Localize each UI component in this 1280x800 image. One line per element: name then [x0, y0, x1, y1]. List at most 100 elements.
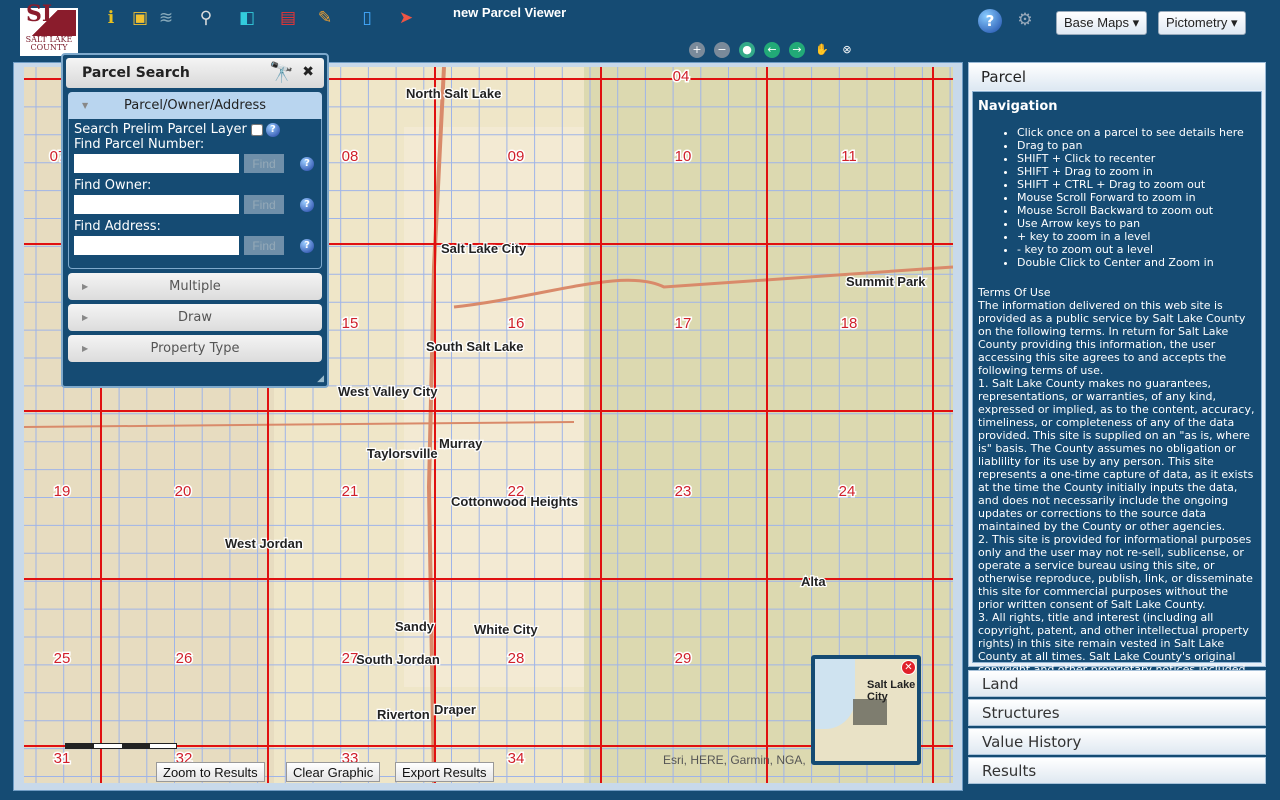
place-label: West Jordan	[225, 536, 303, 551]
layers-icon[interactable]: ≋	[155, 7, 177, 29]
section-land[interactable]: Land	[968, 670, 1266, 697]
binoculars-icon: 🔭	[269, 60, 294, 84]
section-number: 08	[342, 148, 359, 165]
find-parcel-button[interactable]: Find	[244, 154, 284, 173]
section-number: 09	[508, 148, 525, 165]
section-number: 18	[841, 315, 858, 332]
help-icon[interactable]: ?	[300, 156, 314, 171]
parcel-section-header[interactable]: Parcel	[969, 63, 1265, 90]
terms-title: Terms Of Use	[978, 286, 1051, 299]
scale-bar	[65, 743, 177, 749]
parcel-number-input[interactable]	[74, 154, 239, 173]
tab-multiple[interactable]: ▶ Multiple	[68, 273, 322, 300]
navigation-item: Mouse Scroll Forward to zoom in	[1017, 191, 1256, 204]
close-icon[interactable]: ✖	[302, 64, 314, 80]
zoom-to-results-button[interactable]: Zoom to Results	[156, 762, 265, 782]
navigation-item: Click once on a parcel to see details he…	[1017, 126, 1256, 139]
navigation-heading: Navigation	[978, 99, 1058, 114]
deactivate-icon[interactable]: ⊗	[839, 42, 855, 58]
base-maps-dropdown[interactable]: Base Maps ▾	[1056, 11, 1148, 35]
place-label: Alta	[801, 574, 826, 589]
zoom-in-icon[interactable]: +	[689, 42, 705, 58]
pdf-icon[interactable]: ▤	[277, 7, 299, 29]
place-label: White City	[474, 622, 538, 637]
map-attribution: Esri, HERE, Garmin, NGA,	[663, 753, 806, 767]
find-address-button[interactable]: Find	[244, 236, 284, 255]
tab-draw[interactable]: ▶ Draw	[68, 304, 322, 331]
section-number: 28	[508, 650, 525, 667]
print-icon[interactable]: ◧	[236, 7, 258, 29]
navigation-item: Use Arrow keys to pan	[1017, 217, 1256, 230]
section-number: 20	[175, 483, 192, 500]
identify-icon[interactable]: ℹ	[100, 7, 122, 29]
zoom-out-icon[interactable]: −	[714, 42, 730, 58]
section-number: 26	[176, 650, 193, 667]
section-value-history[interactable]: Value History	[968, 728, 1266, 755]
parcel-info-panel: Parcel Navigation Click once on a parcel…	[968, 62, 1266, 689]
full-extent-icon[interactable]: ●	[739, 42, 755, 58]
settings-gears-icon[interactable]: ⚙	[1014, 9, 1036, 31]
pictometry-dropdown[interactable]: Pictometry ▾	[1158, 11, 1246, 35]
tab-property-type[interactable]: ▶ Property Type	[68, 335, 322, 362]
place-label: West Valley City	[338, 384, 438, 399]
panel-title: Parcel Search	[82, 65, 190, 81]
section-structures[interactable]: Structures	[968, 699, 1266, 726]
find-owner-button[interactable]: Find	[244, 195, 284, 214]
section-number: 15	[342, 315, 359, 332]
section-number: 10	[675, 148, 692, 165]
address-input[interactable]	[74, 236, 239, 255]
caret-right-icon: ▶	[82, 313, 89, 322]
select-icon[interactable]: ▣	[129, 7, 151, 29]
navigation-list: Click once on a parcel to see details he…	[1017, 126, 1256, 269]
help-icon[interactable]: ?	[300, 197, 314, 212]
owner-label: Find Owner:	[74, 178, 152, 193]
navigation-item: Drag to pan	[1017, 139, 1256, 152]
section-number: 29	[675, 650, 692, 667]
place-label: Draper	[434, 702, 476, 717]
section-number: 23	[675, 483, 692, 500]
section-number: 17	[675, 315, 692, 332]
section-number: 11	[841, 148, 857, 165]
place-label: North Salt Lake	[406, 86, 501, 101]
prelim-checkbox[interactable]	[250, 123, 263, 136]
back-icon[interactable]: ←	[764, 42, 780, 58]
export-results-button[interactable]: Export Results	[395, 762, 494, 782]
place-label: Summit Park	[846, 274, 926, 289]
clear-graphic-button[interactable]: Clear Graphic	[286, 762, 381, 782]
help-icon[interactable]: ?	[978, 9, 1002, 33]
navigation-item: SHIFT + CTRL + Drag to zoom out	[1017, 178, 1256, 191]
app-title: new Parcel Viewer	[453, 5, 567, 20]
navigation-item: Double Click to Center and Zoom in	[1017, 256, 1256, 269]
draw-pencil-icon[interactable]: ✎	[314, 7, 336, 29]
panel-header[interactable]: Parcel Search 🔭 ✖	[66, 58, 324, 88]
salt-lake-county-logo: SL SALT LAKE COUNTY	[20, 3, 78, 56]
place-label: Sandy	[395, 619, 435, 634]
measure-icon[interactable]: ▯	[356, 7, 378, 29]
pictometry-icon[interactable]: ➤	[395, 7, 417, 29]
section-number: 16	[508, 315, 525, 332]
help-icon[interactable]: ?	[265, 122, 280, 137]
help-icon[interactable]: ?	[300, 238, 314, 253]
address-label: Find Address:	[74, 219, 161, 234]
overview-map[interactable]: Salt Lake City ✕	[811, 655, 921, 765]
section-number: 04	[673, 68, 690, 85]
parcel-number-label: Find Parcel Number:	[74, 137, 205, 152]
prelim-label: Search Prelim Parcel Layer	[74, 122, 247, 137]
tab-parcel-owner-address[interactable]: ▼ Parcel/Owner/Address	[68, 92, 322, 119]
navigation-item: + key to zoom in a level	[1017, 230, 1256, 243]
caret-right-icon: ▶	[82, 344, 89, 353]
navigation-item: SHIFT + Click to recenter	[1017, 152, 1256, 165]
search-binoculars-icon[interactable]: ⚲	[195, 7, 217, 29]
place-label: South Salt Lake	[426, 339, 524, 354]
parcel-search-panel: Parcel Search 🔭 ✖ ▼ Parcel/Owner/Address Se…	[61, 53, 329, 388]
pan-icon[interactable]: ✋	[814, 42, 830, 58]
parcel-owner-address-form: Search Prelim Parcel Layer? Find Parcel …	[68, 119, 322, 269]
owner-input[interactable]	[74, 195, 239, 214]
section-results[interactable]: Results	[968, 757, 1266, 784]
navigation-item: Mouse Scroll Backward to zoom out	[1017, 204, 1256, 217]
resize-handle[interactable]: ◢	[317, 374, 324, 384]
close-overview-icon[interactable]: ✕	[901, 660, 916, 675]
section-number: 21	[342, 483, 359, 500]
section-number: 22	[508, 483, 525, 500]
forward-icon[interactable]: →	[789, 42, 805, 58]
